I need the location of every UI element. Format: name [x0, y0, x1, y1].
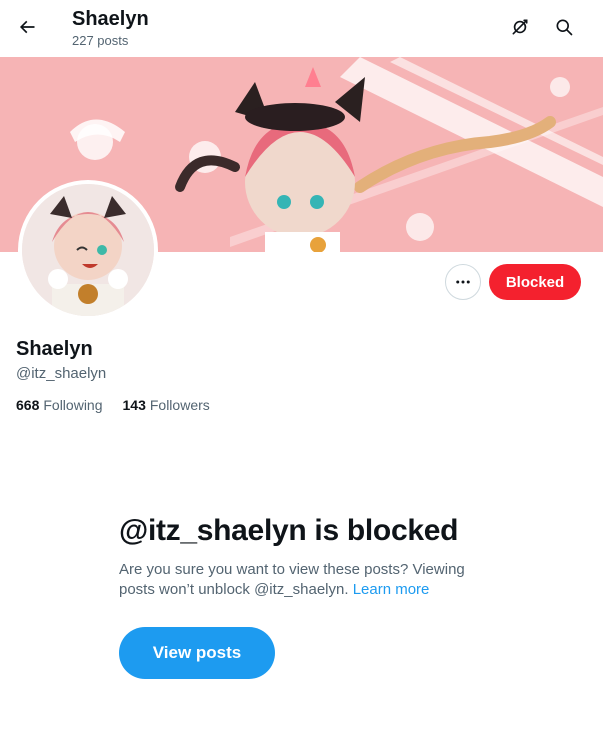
search-icon: [556, 19, 573, 36]
avatar-image: [22, 184, 154, 316]
profile-name: Shaelyn: [16, 338, 93, 360]
learn-more-link[interactable]: Learn more: [353, 581, 430, 598]
back-button[interactable]: [10, 10, 44, 44]
follow-stats: 668 Following 143 Followers: [16, 397, 210, 413]
profile-handle: @itz_shaelyn: [16, 365, 107, 382]
header-title: Shaelyn: [72, 8, 149, 30]
blocked-button[interactable]: Blocked: [489, 264, 581, 300]
view-posts-button[interactable]: View posts: [119, 627, 275, 679]
blocked-description: Are you sure you want to view these post…: [119, 560, 489, 600]
following-label: Following: [43, 397, 103, 413]
followers-link[interactable]: 143 Followers: [123, 397, 210, 413]
cosmos-icon: [512, 19, 528, 35]
top-bar: Shaelyn 227 posts: [0, 0, 603, 57]
arrow-left-icon: [19, 20, 35, 34]
avatar[interactable]: [18, 180, 158, 320]
post-count: 227 posts: [72, 33, 129, 48]
more-icon: [456, 280, 470, 284]
followers-count: 143: [122, 397, 146, 413]
followers-label: Followers: [149, 397, 210, 413]
blocked-title: @itz_shaelyn is blocked: [119, 514, 459, 547]
more-button[interactable]: [445, 264, 481, 300]
cosmos-button[interactable]: [503, 10, 537, 44]
following-link[interactable]: 668 Following: [16, 397, 103, 413]
following-count: 668: [16, 397, 40, 413]
search-button[interactable]: [547, 10, 581, 44]
